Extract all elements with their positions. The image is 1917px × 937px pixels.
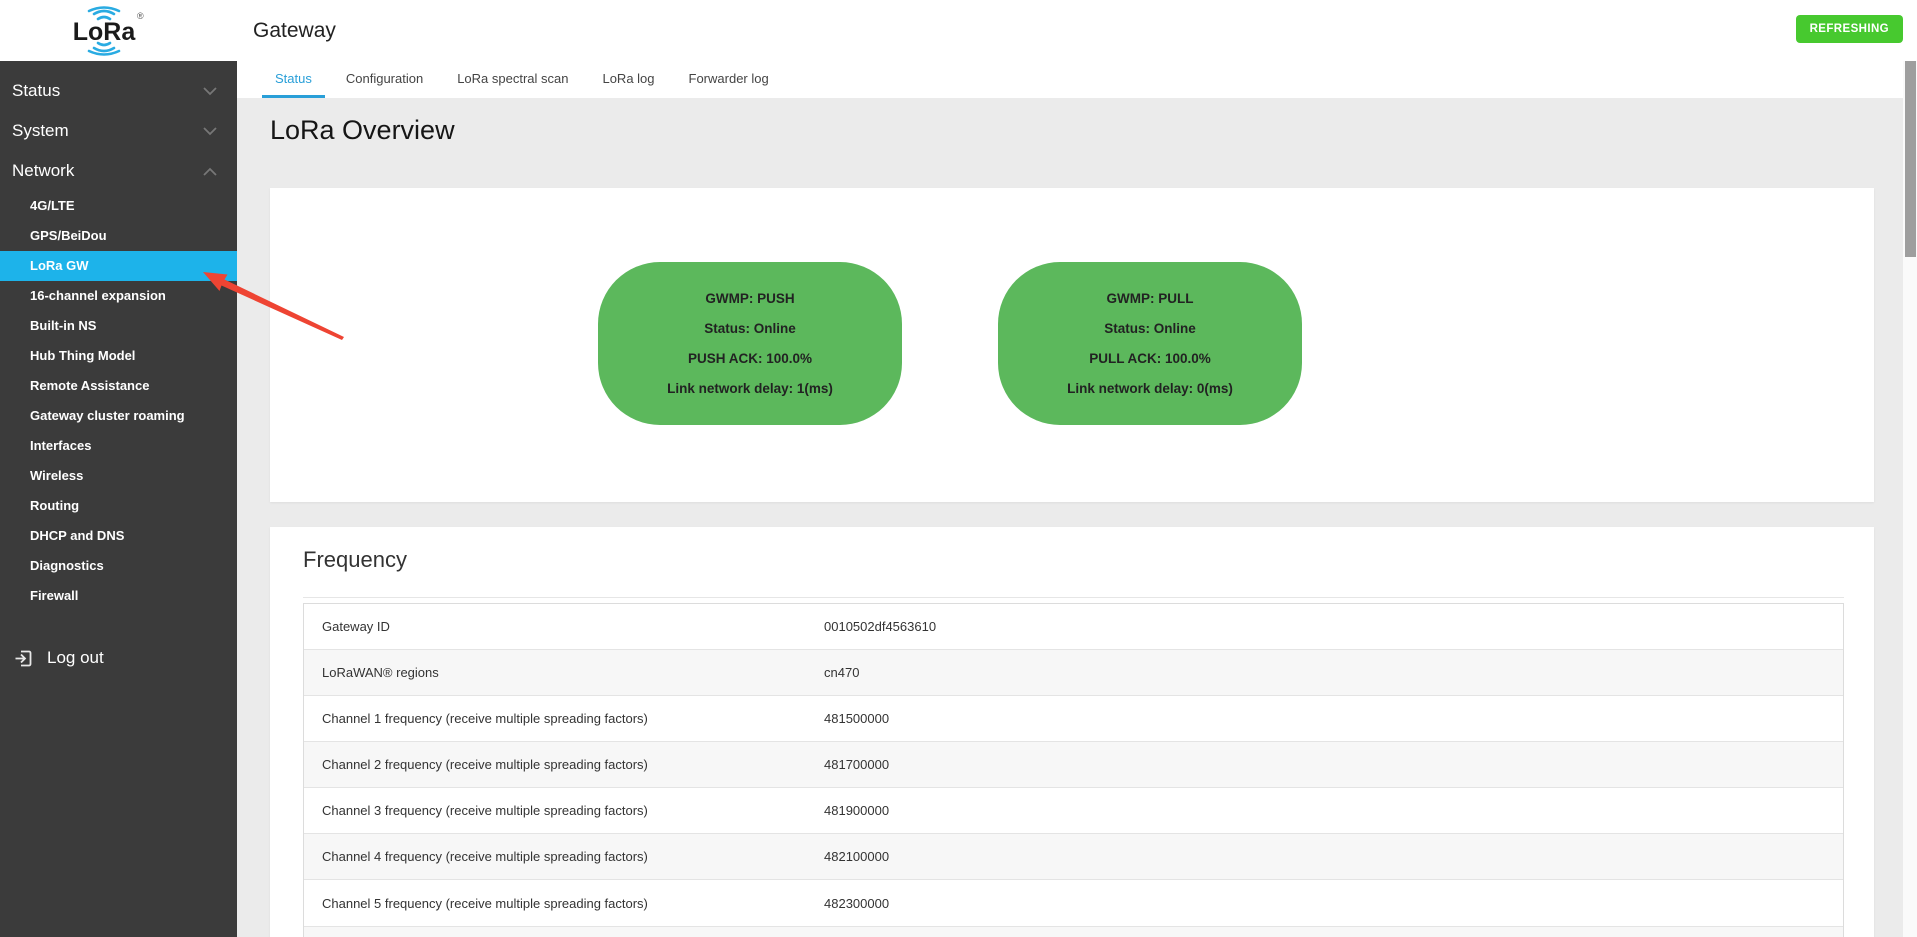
network-submenu: 4G/LTEGPS/BeiDouLoRa GW16-channel expans… [0, 191, 237, 611]
table-row: Gateway ID 0010502df4563610 [304, 604, 1843, 650]
tab[interactable]: LoRa log [589, 61, 667, 98]
frequency-panel: Frequency Gateway ID 0010502df4563610 Lo… [270, 527, 1874, 937]
status-card-line: Link network delay: 0(ms) [1067, 374, 1233, 404]
sidebar-subitem[interactable]: Interfaces [0, 431, 237, 461]
sidebar-subitem[interactable]: Firewall [0, 581, 237, 611]
chevron-up-icon [203, 167, 217, 176]
sidebar-item-network[interactable]: Network [0, 151, 237, 191]
table-row: Channel 2 frequency (receive multiple sp… [304, 742, 1843, 788]
sidebar-sections: Status System Network [0, 61, 237, 191]
tab[interactable]: Configuration [333, 61, 436, 98]
sidebar-subitem[interactable]: Remote Assistance [0, 371, 237, 401]
gwmp-pull-status-card: GWMP: PULLStatus: OnlinePULL ACK: 100.0%… [998, 262, 1302, 425]
status-card-line: GWMP: PUSH [705, 284, 794, 314]
status-card-line: Status: Online [704, 314, 796, 344]
table-row-value: 481900000 [824, 803, 889, 818]
table-row-value: 482100000 [824, 849, 889, 864]
registered-mark: ® [137, 11, 144, 21]
lora-logo: LoRa ® [56, 3, 152, 64]
scrollbar-thumb[interactable] [1905, 61, 1916, 257]
main-content: StatusConfigurationLoRa spectral scanLoR… [237, 61, 1917, 937]
table-row-value: 0010502df4563610 [824, 619, 936, 634]
sidebar-subitem[interactable]: Hub Thing Model [0, 341, 237, 371]
logo-text: LoRa [73, 18, 137, 46]
tab[interactable]: Forwarder log [676, 61, 782, 98]
frequency-section-title: Frequency [303, 547, 407, 573]
table-row-label: Channel 4 frequency (receive multiple sp… [304, 849, 824, 864]
table-row-label: Channel 5 frequency (receive multiple sp… [304, 896, 824, 911]
sidebar-subitem[interactable]: Built-in NS [0, 311, 237, 341]
sidebar-section-label: Status [12, 81, 60, 100]
table-row-value: 481700000 [824, 757, 889, 772]
scrollbar-track[interactable] [1903, 61, 1917, 937]
table-row-label: Channel 3 frequency (receive multiple sp… [304, 803, 824, 818]
sidebar-item-system[interactable]: System [0, 111, 237, 151]
table-row: LoRaWAN® regions cn470 [304, 650, 1843, 696]
table-row-value: cn470 [824, 665, 859, 680]
table-row-partial [304, 926, 1843, 937]
chevron-down-icon [203, 87, 217, 96]
tab[interactable]: Status [262, 61, 325, 98]
table-row: Channel 5 frequency (receive multiple sp… [304, 880, 1843, 926]
chevron-down-icon [203, 127, 217, 136]
sidebar-subitem[interactable]: Gateway cluster roaming [0, 401, 237, 431]
table-row-value: 481500000 [824, 711, 889, 726]
gateway-admin-page: LoRa ® Gateway REFRESHING Status System [0, 0, 1917, 937]
sidebar-section-label: System [12, 121, 69, 140]
gwmp-push-status-card: GWMP: PUSHStatus: OnlinePUSH ACK: 100.0%… [598, 262, 902, 425]
divider [303, 597, 1844, 598]
header: LoRa ® Gateway REFRESHING [0, 0, 1917, 61]
table-row-value: 482300000 [824, 896, 889, 911]
sidebar: Status System Network 4G/LTEGPS/BeiDouLo… [0, 61, 237, 937]
sidebar-subitem[interactable]: DHCP and DNS [0, 521, 237, 551]
sidebar-item-status[interactable]: Status [0, 71, 237, 111]
sidebar-subitem[interactable]: 4G/LTE [0, 191, 237, 221]
status-card-line: PULL ACK: 100.0% [1089, 344, 1211, 374]
lora-logo-graphic: LoRa ® [56, 3, 152, 59]
table-row: Channel 1 frequency (receive multiple sp… [304, 696, 1843, 742]
status-card-line: Link network delay: 1(ms) [667, 374, 833, 404]
sidebar-section-label: Network [12, 161, 74, 180]
status-card-line: GWMP: PULL [1107, 284, 1194, 314]
table-row-label: LoRaWAN® regions [304, 665, 824, 680]
page-header-title: Gateway [253, 0, 336, 61]
table-row: Channel 3 frequency (receive multiple sp… [304, 788, 1843, 834]
page-title: LoRa Overview [270, 115, 455, 146]
sidebar-subitem[interactable]: Routing [0, 491, 237, 521]
frequency-table: Gateway ID 0010502df4563610 LoRaWAN® reg… [303, 603, 1844, 937]
overview-panel: GWMP: PUSHStatus: OnlinePUSH ACK: 100.0%… [270, 188, 1874, 502]
frequency-table-rows: Gateway ID 0010502df4563610 LoRaWAN® reg… [304, 604, 1843, 926]
logout-button[interactable]: Log out [0, 641, 237, 675]
table-row-label: Channel 2 frequency (receive multiple sp… [304, 757, 824, 772]
table-row-label: Channel 1 frequency (receive multiple sp… [304, 711, 824, 726]
logout-label: Log out [47, 648, 104, 668]
table-row-label: Gateway ID [304, 619, 824, 634]
tab-bar: StatusConfigurationLoRa spectral scanLoR… [237, 61, 1917, 98]
refreshing-button[interactable]: REFRESHING [1796, 15, 1903, 43]
sidebar-subitem[interactable]: Wireless [0, 461, 237, 491]
tab[interactable]: LoRa spectral scan [444, 61, 581, 98]
sidebar-subitem[interactable]: Diagnostics [0, 551, 237, 581]
logout-icon [13, 648, 34, 669]
status-card-line: PUSH ACK: 100.0% [688, 344, 812, 374]
status-card-line: Status: Online [1104, 314, 1196, 344]
sidebar-subitem[interactable]: 16-channel expansion [0, 281, 237, 311]
sidebar-subitem[interactable]: LoRa GW [0, 251, 237, 281]
sidebar-subitem[interactable]: GPS/BeiDou [0, 221, 237, 251]
table-row: Channel 4 frequency (receive multiple sp… [304, 834, 1843, 880]
